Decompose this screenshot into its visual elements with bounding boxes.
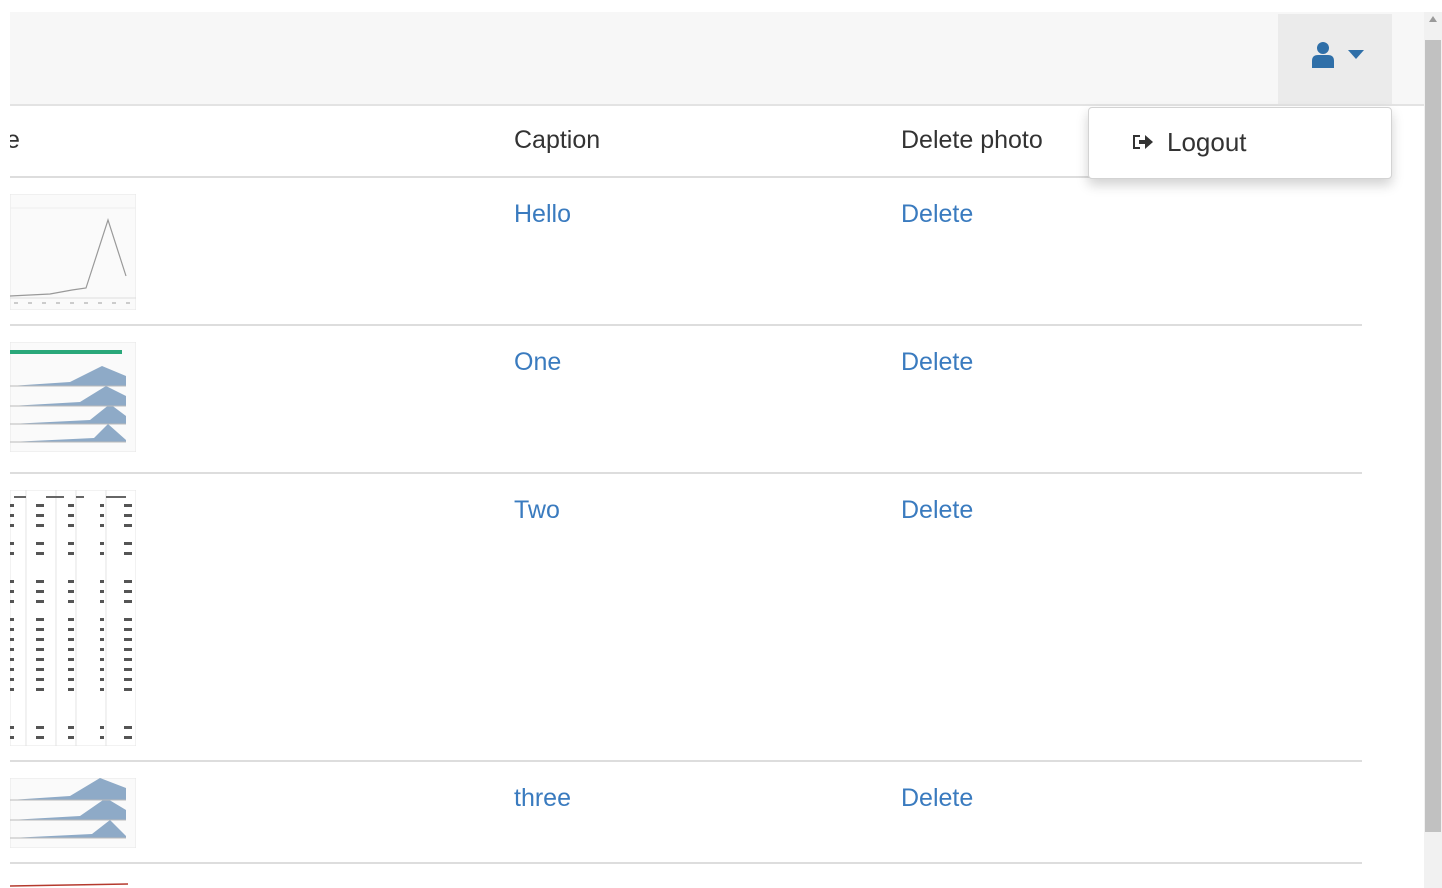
- top-navbar: [10, 12, 1424, 106]
- scrollbar-thumb[interactable]: [1425, 40, 1441, 832]
- chart-thumbnail[interactable]: [10, 880, 136, 888]
- logout-menu-item[interactable]: Logout: [1131, 124, 1247, 160]
- delete-link[interactable]: Delete: [901, 348, 973, 377]
- line-chart-thumbnail[interactable]: [10, 194, 136, 310]
- delete-link[interactable]: Delete: [901, 200, 973, 229]
- image-column-header: e: [10, 126, 20, 154]
- table-row: Hello Delete: [10, 178, 1362, 326]
- caption-link[interactable]: One: [514, 348, 561, 377]
- table-row: three Delete: [10, 762, 1362, 864]
- table-row: Two Delete: [10, 474, 1362, 762]
- area-chart-thumbnail[interactable]: [10, 778, 136, 848]
- scroll-up-arrow-icon[interactable]: [1429, 16, 1437, 22]
- delete-column-header: Delete photo: [901, 126, 1043, 154]
- logout-label: Logout: [1167, 126, 1247, 157]
- table-row: [10, 864, 1362, 888]
- user-menu-toggle[interactable]: [1278, 14, 1392, 104]
- user-dropdown-menu: Logout: [1088, 107, 1392, 179]
- delete-link[interactable]: Delete: [901, 784, 973, 813]
- caret-down-icon: [1348, 50, 1364, 59]
- logout-icon: [1133, 135, 1153, 149]
- photos-table: e Caption Delete photo Hello Delete One …: [10, 106, 1362, 888]
- delete-link[interactable]: Delete: [901, 496, 973, 525]
- caption-link[interactable]: Two: [514, 496, 560, 525]
- table-row: One Delete: [10, 326, 1362, 474]
- user-icon: [1312, 42, 1334, 68]
- caption-link[interactable]: three: [514, 784, 571, 813]
- caption-link[interactable]: Hello: [514, 200, 571, 229]
- caption-column-header: Caption: [514, 126, 601, 154]
- spreadsheet-thumbnail[interactable]: [10, 490, 136, 746]
- area-chart-thumbnail[interactable]: [10, 342, 136, 452]
